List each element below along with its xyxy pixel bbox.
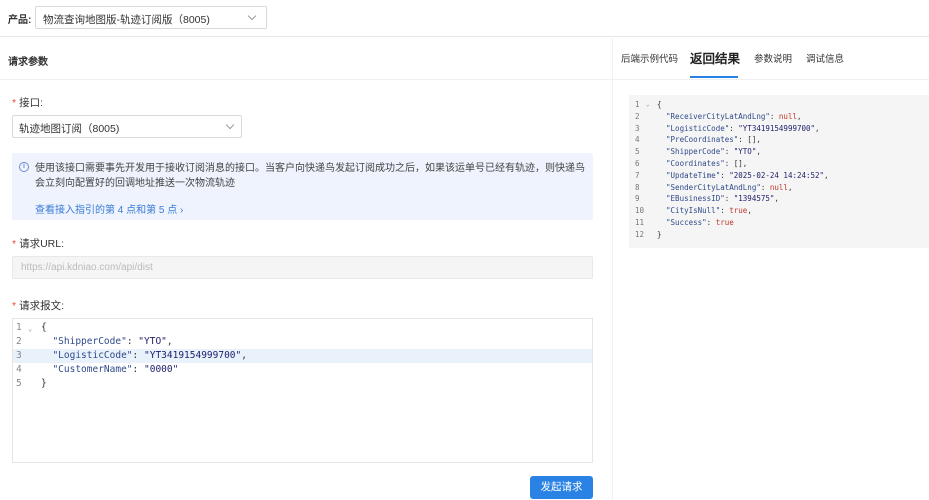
api-select[interactable]: 轨迹地图订阅（8005) — [12, 115, 242, 138]
code-line: 10 "CityIsNull": true, — [629, 205, 929, 217]
info-notice: i 使用该接口需要事先开发用于接收订阅消息的接口。当客户向快递鸟发起订阅成功之后… — [12, 153, 593, 220]
chevron-down-icon — [247, 11, 257, 21]
code-text: "EBusinessID": "1394575", — [666, 194, 779, 204]
code-line: 12} — [629, 229, 929, 241]
required-mark: * — [12, 300, 17, 312]
code-text: "LogisticCode": "YT3419154999700", — [52, 350, 247, 361]
code-line: 4 "CustomerName": "0000" — [13, 363, 592, 377]
required-mark: * — [12, 97, 17, 109]
code-text: } — [657, 229, 662, 239]
line-number: 7 — [635, 170, 640, 180]
result-viewer[interactable]: 1 ⌄{2 "ReceiverCityLatAndLng": null, 3 "Lo… — [629, 95, 929, 248]
code-line: 5} — [13, 377, 592, 391]
tab-param-docs[interactable]: 参数说明 — [754, 51, 792, 65]
line-number: 4 — [16, 364, 22, 375]
code-line: 1 ⌄{ — [13, 321, 592, 335]
product-bar: 产品: 物流查询地图版-轨迹订阅版（8005) — [0, 0, 929, 37]
code-line: 5 "ShipperCode": "YTO", — [629, 146, 929, 158]
code-text: { — [41, 322, 47, 333]
code-text: "ShipperCode": "YTO", — [666, 147, 761, 157]
code-line: 11 "Success": true — [629, 217, 929, 229]
url-label: * 请求URL: — [12, 238, 65, 250]
code-text: "CityIsNull": true, — [666, 206, 752, 216]
active-tab-indicator — [690, 76, 738, 78]
code-line: 2 "ReceiverCityLatAndLng": null, — [629, 111, 929, 123]
code-text: "CustomerName": "0000" — [52, 364, 179, 375]
code-line: 1 ⌄{ — [629, 99, 929, 111]
request-panel-header: 请求参数 — [0, 38, 613, 80]
line-number: 6 — [635, 158, 640, 168]
code-text: { — [657, 100, 662, 109]
guide-link[interactable]: 查看接入指引的第 4 点和第 5 点 › — [35, 201, 183, 216]
code-line: 8 "SenderCityLatAndLng": null, — [629, 182, 929, 194]
tab-result[interactable]: 返回结果 — [690, 48, 740, 67]
request-panel-title: 请求参数 — [8, 57, 48, 68]
line-number: 8 — [635, 182, 640, 192]
line-number: 2 — [16, 336, 22, 347]
code-text: "Success": true — [666, 217, 734, 227]
code-text: "LogisticCode": "YT3419154999700", — [666, 123, 820, 133]
info-text: 使用该接口需要事先开发用于接收订阅消息的接口。当客户向快递鸟发起订阅成功之后，如… — [35, 163, 585, 189]
line-number: 10 — [635, 206, 645, 216]
product-select-value: 物流查询地图版-轨迹订阅版（8005) — [43, 14, 210, 26]
fold-icon[interactable]: ⌄ — [28, 322, 32, 336]
request-body-editor[interactable]: 1 ⌄{2 "ShipperCode": "YTO", 3 "LogisticCod… — [12, 318, 593, 463]
tab-debug-info[interactable]: 调试信息 — [806, 51, 844, 65]
result-tabs: 后端示例代码 返回结果 参数说明 调试信息 — [613, 38, 929, 80]
tab-backend-code[interactable]: 后端示例代码 — [621, 51, 678, 65]
code-line: 6 "Coordinates": [], — [629, 158, 929, 170]
code-text: } — [41, 378, 47, 389]
line-number: 3 — [16, 350, 22, 361]
line-number: 4 — [635, 135, 640, 145]
code-line: 4 "PreCoordinates": [], — [629, 134, 929, 146]
api-label: * 接口: — [12, 97, 44, 109]
code-text: "UpdateTime": "2025-02-24 14:24:52", — [666, 170, 829, 180]
line-number: 11 — [635, 217, 645, 227]
required-mark: * — [12, 238, 17, 250]
line-number: 5 — [635, 147, 640, 157]
code-line: 7 "UpdateTime": "2025-02-24 14:24:52", — [629, 170, 929, 182]
code-text: "SenderCityLatAndLng": null, — [666, 182, 793, 192]
fold-icon[interactable]: ⌄ — [646, 99, 650, 111]
line-number: 9 — [635, 194, 640, 204]
product-label: 产品: — [8, 15, 32, 26]
code-text: "ReceiverCityLatAndLng": null, — [666, 111, 802, 121]
code-line: 2 "ShipperCode": "YTO", — [13, 335, 592, 349]
line-number: 3 — [635, 123, 640, 133]
code-line: 3 "LogisticCode": "YT3419154999700", — [13, 349, 592, 363]
code-text: "Coordinates": [], — [666, 158, 748, 168]
product-select[interactable]: 物流查询地图版-轨迹订阅版（8005) — [35, 6, 267, 29]
info-icon: i — [19, 162, 29, 172]
body-label: * 请求报文: — [12, 300, 65, 312]
line-number: 5 — [16, 378, 22, 389]
code-line: 3 "LogisticCode": "YT3419154999700", — [629, 123, 929, 135]
url-input[interactable]: https://api.kdniao.com/api/dist — [12, 256, 593, 279]
code-text: "ShipperCode": "YTO", — [52, 336, 173, 347]
chevron-down-icon — [225, 120, 235, 130]
line-number: 2 — [635, 111, 640, 121]
code-text: "PreCoordinates": [], — [666, 135, 761, 145]
code-line: 9 "EBusinessID": "1394575", — [629, 193, 929, 205]
submit-request-button[interactable]: 发起请求 — [530, 476, 593, 499]
line-number: 12 — [635, 229, 645, 239]
api-select-value: 轨迹地图订阅（8005) — [19, 123, 120, 135]
